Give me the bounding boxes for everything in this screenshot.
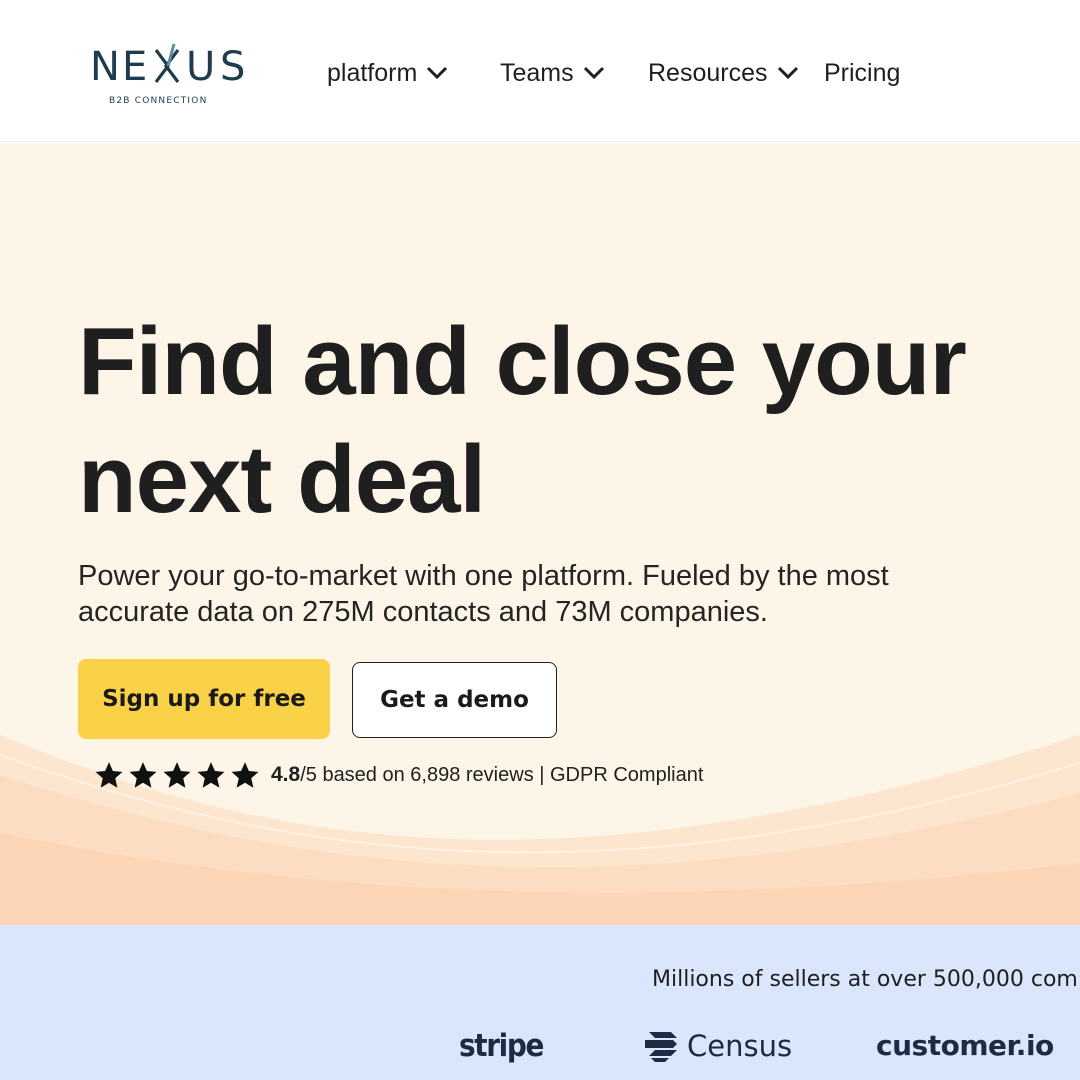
nav-teams[interactable]: Teams: [500, 56, 605, 90]
hero-headline-line1: Find and close your: [78, 308, 967, 415]
hero-headline: Find and close your next deal: [78, 303, 1038, 539]
rating-value: 4.8: [271, 763, 301, 786]
hero-subheadline: Power your go-to-market with one platfor…: [78, 558, 1018, 630]
hero-headline-line2: next deal: [78, 426, 486, 533]
census-logo-text: Census: [687, 1029, 793, 1063]
site-header: N E U S B2B CONNECTION platform Teams Re…: [0, 0, 1080, 142]
census-mark-icon: [645, 1032, 677, 1062]
star-icon: [95, 761, 123, 788]
chevron-down-icon: [777, 66, 798, 80]
trust-statement: Millions of sellers at over 500,000 com: [652, 967, 1078, 992]
rating-stars: [94, 761, 260, 790]
hero-section: Find and close your next deal Power your…: [0, 143, 1080, 925]
nexus-logo[interactable]: N E U S B2B CONNECTION: [88, 30, 266, 110]
svg-text:E: E: [122, 44, 149, 90]
get-demo-button[interactable]: Get a demo: [352, 662, 557, 738]
nav-resources-label: Resources: [648, 58, 768, 87]
hero-subheadline-line1: Power your go-to-market with one platfor…: [78, 560, 889, 592]
census-logo: Census: [641, 1028, 792, 1064]
svg-text:S: S: [220, 44, 247, 90]
sign-up-button[interactable]: Sign up for free: [78, 659, 330, 739]
star-icon: [197, 761, 225, 788]
rating-summary: /5 based on 6,898 reviews | GDPR Complia…: [300, 763, 704, 786]
svg-text:B2B CONNECTION: B2B CONNECTION: [109, 96, 208, 106]
nav-platform-label: platform: [327, 58, 418, 87]
star-icon: [163, 761, 191, 788]
star-icon: [231, 761, 259, 788]
chevron-down-icon: [583, 66, 604, 80]
rating-row: 4.8 /5 based on 6,898 reviews | GDPR Com…: [94, 760, 703, 790]
chevron-down-icon: [427, 66, 448, 80]
hero-subheadline-line2: accurate data on 275M contacts and 73M c…: [78, 596, 768, 628]
svg-text:U: U: [186, 44, 217, 90]
nav-pricing-label: Pricing: [824, 58, 901, 87]
nav-platform[interactable]: platform: [327, 56, 448, 90]
nav-teams-label: Teams: [500, 58, 574, 87]
nav-pricing[interactable]: Pricing: [824, 56, 900, 90]
star-icon: [129, 761, 157, 788]
nav-resources[interactable]: Resources: [648, 56, 799, 90]
svg-text:N: N: [90, 44, 122, 90]
customerio-logo: customer.io: [876, 1029, 1054, 1062]
stripe-logo: stripe: [459, 1028, 544, 1064]
customer-logos-section: Millions of sellers at over 500,000 com …: [0, 925, 1080, 1080]
